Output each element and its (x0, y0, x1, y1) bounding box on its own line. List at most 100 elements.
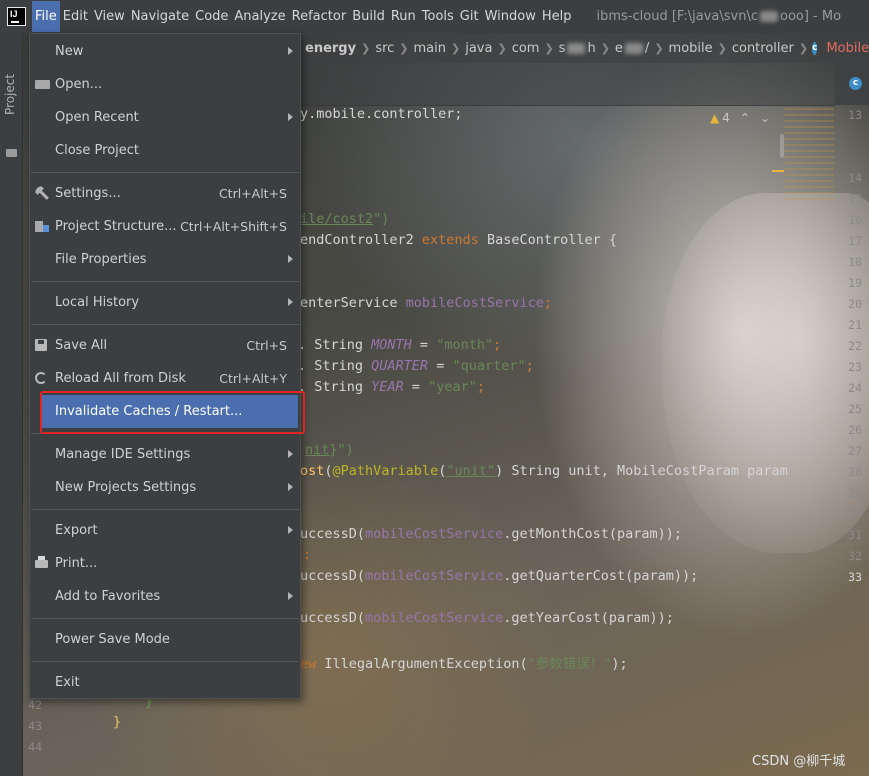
folder-icon (6, 149, 17, 157)
menu-edit[interactable]: Edit (60, 1, 91, 32)
printer-icon (35, 556, 48, 568)
editor-tab-class[interactable]: c (835, 63, 869, 105)
menu-item-new[interactable]: New (31, 35, 299, 68)
submenu-arrow-icon (288, 298, 293, 306)
menu-build[interactable]: Build (349, 1, 388, 32)
line-number: 23 (848, 360, 862, 374)
code-line[interactable]: ost(@PathVariable("unit") String unit, M… (300, 463, 788, 479)
crumb-controller[interactable]: controller (727, 41, 799, 56)
chevron-up-icon[interactable]: ⌃ (740, 111, 750, 125)
editor-scrollbar[interactable] (780, 134, 784, 158)
menu-separator (31, 324, 299, 325)
line-number: 29 (848, 486, 862, 500)
crumb-energy[interactable]: energy (300, 41, 361, 56)
menu-code[interactable]: Code (192, 1, 231, 32)
menu-item-file-properties[interactable]: File Properties (31, 243, 299, 276)
line-number: 43 (28, 719, 42, 733)
folder-icon (35, 80, 50, 89)
submenu-arrow-icon (288, 255, 293, 263)
code-line[interactable]: uccessD(mobileCostService.getQuarterCost… (300, 568, 698, 584)
menu-file[interactable]: File (32, 1, 60, 32)
inspection-widget[interactable]: ▲ 4 ⌃ ⌄ (710, 108, 784, 128)
code-line[interactable]: nit}") (305, 442, 354, 458)
menu-refactor[interactable]: Refactor (289, 1, 350, 32)
line-number: 26 (848, 423, 862, 437)
menu-item-new-projects-settings[interactable]: New Projects Settings (31, 471, 299, 504)
line-number: 16 (848, 213, 862, 227)
menu-window[interactable]: Window (482, 1, 539, 32)
line-number: 31 (848, 528, 862, 542)
code-line[interactable]: . String YEAR = "year"; (298, 379, 485, 395)
file-menu-dropdown: New Open... Open Recent Close Project Se… (29, 33, 301, 699)
code-line[interactable]: endController2 extends BaseController { (300, 232, 617, 248)
crumb-main[interactable]: main (409, 41, 451, 56)
menu-help[interactable]: Help (539, 1, 575, 32)
code-line[interactable]: . String MONTH = "month"; (298, 337, 501, 353)
line-number: 44 (28, 740, 42, 754)
submenu-arrow-icon (288, 113, 293, 121)
crumb-redacted-2[interactable]: e / (610, 41, 654, 56)
crumb-src[interactable]: src (370, 41, 399, 56)
crumb-mobile[interactable]: mobile (664, 41, 718, 56)
menu-separator (31, 172, 299, 173)
menu-item-project-structure[interactable]: Project Structure... Ctrl+Alt+Shift+S (31, 210, 299, 243)
warning-stripe-marker[interactable] (772, 170, 784, 172)
line-number: 27 (848, 444, 862, 458)
menu-run[interactable]: Run (388, 1, 419, 32)
menu-separator (31, 281, 299, 282)
code-line[interactable]: ile/cost2") (300, 211, 389, 227)
crumb-redacted-1[interactable]: sh (554, 41, 601, 56)
redacted-mark (759, 11, 778, 22)
code-line[interactable]: } (113, 714, 121, 730)
code-line[interactable]: . String QUARTER = "quarter"; (298, 358, 534, 374)
menu-analyze[interactable]: Analyze (231, 1, 288, 32)
menu-item-print[interactable]: Print... (31, 547, 299, 580)
menu-item-manage-ide-settings[interactable]: Manage IDE Settings (31, 438, 299, 471)
line-number: 21 (848, 318, 862, 332)
menu-separator (31, 509, 299, 510)
menu-git[interactable]: Git (457, 1, 482, 32)
menu-item-add-to-favorites[interactable]: Add to Favorites (31, 580, 299, 613)
menu-separator (31, 618, 299, 619)
highlight-annotation-frame (40, 391, 305, 434)
menu-item-close-project[interactable]: Close Project (31, 134, 299, 167)
line-number: 17 (848, 234, 862, 248)
submenu-arrow-icon (288, 450, 293, 458)
code-line[interactable]: ew IllegalArgumentException("参数错误！"); (300, 652, 628, 672)
code-line[interactable]: uccessD(mobileCostService.getMonthCost(p… (300, 526, 682, 542)
menu-tools[interactable]: Tools (419, 1, 457, 32)
class-icon: c (849, 77, 862, 90)
line-number: 28 (848, 465, 862, 479)
crumb-java[interactable]: java (460, 41, 497, 56)
menu-item-exit[interactable]: Exit (31, 666, 299, 699)
menu-navigate[interactable]: Navigate (128, 1, 192, 32)
tool-window-strip: Project (0, 33, 23, 776)
menu-item-power-save-mode[interactable]: Power Save Mode (31, 623, 299, 656)
csdn-watermark: CSDN @柳千城 (752, 754, 846, 769)
submenu-arrow-icon (288, 526, 293, 534)
navigation-breadcrumb: energy ❯ src ❯ main ❯ java ❯ com ❯ s h ❯ e / ❯ mo… (300, 33, 869, 63)
menu-item-open[interactable]: Open... (31, 68, 299, 101)
line-number: 22 (848, 339, 862, 353)
class-icon: c (812, 41, 818, 55)
warning-icon: ▲ (710, 111, 720, 125)
code-line[interactable]: enterService mobileCostService; (300, 295, 552, 311)
code-line[interactable]: : (303, 547, 311, 563)
warning-count: 4 (722, 111, 730, 125)
menu-view[interactable]: View (91, 1, 128, 32)
line-number: 13 (848, 108, 862, 122)
menu-item-export[interactable]: Export (31, 514, 299, 547)
code-line[interactable]: y.mobile.controller; (300, 106, 463, 122)
chevron-down-icon[interactable]: ⌄ (760, 111, 770, 125)
line-number: 20 (848, 297, 862, 311)
main-menu-bar: IJ File Edit View Navigate Code Analyze … (0, 0, 869, 33)
crumb-com[interactable]: com (507, 41, 545, 56)
crumb-current-file[interactable]: MobileUse (821, 41, 869, 56)
menu-item-open-recent[interactable]: Open Recent (31, 101, 299, 134)
project-tool-button[interactable]: Project (3, 74, 17, 115)
menu-item-save-all[interactable]: Save All Ctrl+S (31, 329, 299, 362)
menu-item-local-history[interactable]: Local History (31, 286, 299, 319)
menu-item-settings[interactable]: Settings... Ctrl+Alt+S (31, 177, 299, 210)
intellij-logo-icon: IJ (7, 7, 26, 26)
code-line[interactable]: uccessD(mobileCostService.getYearCost(pa… (300, 610, 674, 626)
